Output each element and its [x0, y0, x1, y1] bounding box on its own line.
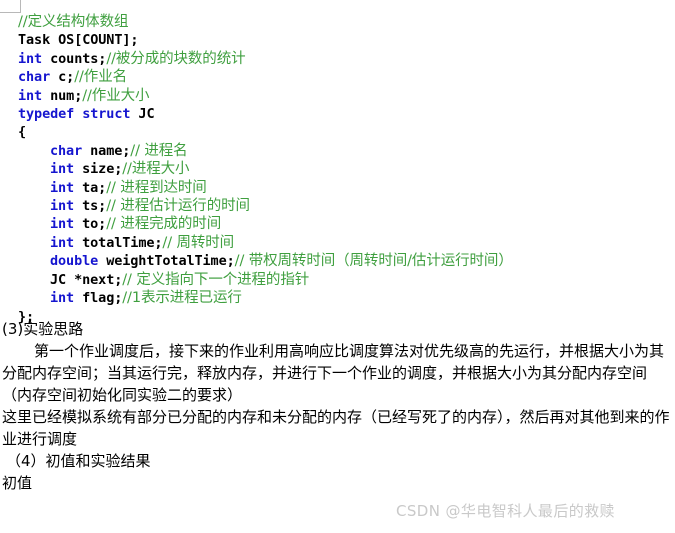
code-identifier: name; [82, 142, 131, 159]
code-keyword: int [50, 216, 75, 233]
code-line: int flag;//1表示进程已运行 [0, 289, 675, 307]
code-comment: //被分成的块数的统计 [106, 50, 246, 67]
code-identifier: num; [42, 87, 83, 104]
code-line: int counts;//被分成的块数的统计 [0, 50, 675, 68]
code-line: { [0, 123, 675, 141]
code-comment: //作业大小 [82, 87, 150, 104]
heading-initial-values-and-results: （4）初值和实验结果 [6, 452, 151, 470]
code-keyword: int [50, 234, 75, 251]
window-corner-frame [0, 0, 21, 13]
code-identifier: ts; [74, 198, 107, 215]
code-identifier: { [18, 124, 27, 141]
code-comment: // 周转时间 [162, 234, 235, 251]
code-line: int ta;// 进程到达时间 [0, 179, 675, 197]
code-identifier: weightTotalTime; [98, 253, 235, 270]
code-keyword: int [50, 179, 75, 196]
paragraph-memory-simulation: 这里已经模拟系统有部分已分配的内存和未分配的内存（已经写死了的内存），然后再对其… [2, 408, 670, 448]
code-comment: //进程大小 [122, 161, 190, 178]
code-line: //定义结构体数组 [0, 13, 675, 31]
code-identifier: Task OS[COUNT]; [18, 32, 139, 49]
code-line: int totalTime;// 周转时间 [0, 234, 675, 252]
code-line: char c;//作业名 [0, 68, 675, 86]
code-line: int ts;// 进程估计运行的时间 [0, 197, 675, 215]
code-identifier: totalTime; [74, 234, 163, 251]
heading-experiment-approach: (3)实验思路 [2, 320, 84, 338]
code-comment: // 定义指向下一个进程的指针 [122, 271, 310, 288]
code-comment: //定义结构体数组 [18, 14, 129, 30]
code-line: JC *next;// 定义指向下一个进程的指针 [0, 271, 675, 289]
code-line: int to;// 进程完成的时间 [0, 215, 675, 233]
code-identifier: c; [50, 69, 75, 86]
code-line: Task OS[COUNT]; [0, 31, 675, 49]
code-line: int num;//作业大小 [0, 87, 675, 105]
code-comment: // 进程名 [130, 142, 188, 159]
code-identifier: ta; [74, 179, 107, 196]
code-comment: // 进程估计运行的时间 [106, 198, 250, 215]
code-keyword: int [50, 290, 75, 307]
code-identifier: size; [74, 161, 123, 178]
code-block: //定义结构体数组 Task OS[COUNT]; int counts;//被… [0, 13, 675, 326]
code-keyword: typedef struct [18, 106, 131, 123]
body-text: (3)实验思路 第一个作业调度后，接下来的作业利用高响应比调度算法对优先级高的先… [0, 318, 675, 494]
code-comment: // 进程完成的时间 [106, 216, 222, 233]
code-line: typedef struct JC [0, 105, 675, 123]
code-identifier: JC [130, 106, 155, 123]
code-keyword: int [18, 50, 43, 67]
code-identifier: counts; [42, 50, 107, 67]
code-identifier: flag; [74, 290, 123, 307]
code-comment: // 带权周转时间（周转时间/估计运行时间） [234, 253, 513, 270]
code-line: int size;//进程大小 [0, 160, 675, 178]
code-comment: //1表示进程已运行 [122, 290, 242, 307]
code-keyword: int [18, 87, 43, 104]
code-comment: // 进程到达时间 [106, 179, 207, 196]
code-identifier: to; [74, 216, 107, 233]
code-keyword: int [50, 198, 75, 215]
code-line: double weightTotalTime;// 带权周转时间（周转时间/估计… [0, 252, 675, 270]
code-keyword: char [50, 142, 83, 159]
code-keyword: double [50, 253, 99, 270]
csdn-watermark: CSDN @华电智科人最后的救赎 [396, 502, 615, 520]
code-keyword: int [50, 161, 75, 178]
paragraph-approach-detail: 第一个作业调度后，接下来的作业利用高响应比调度算法对优先级高的先运行，并根据大小… [2, 342, 665, 404]
code-line: char name;// 进程名 [0, 142, 675, 160]
code-keyword: char [18, 69, 51, 86]
label-initial-value: 初值 [2, 474, 33, 492]
code-comment: //作业名 [74, 69, 127, 86]
code-identifier: JC *next; [50, 271, 123, 288]
